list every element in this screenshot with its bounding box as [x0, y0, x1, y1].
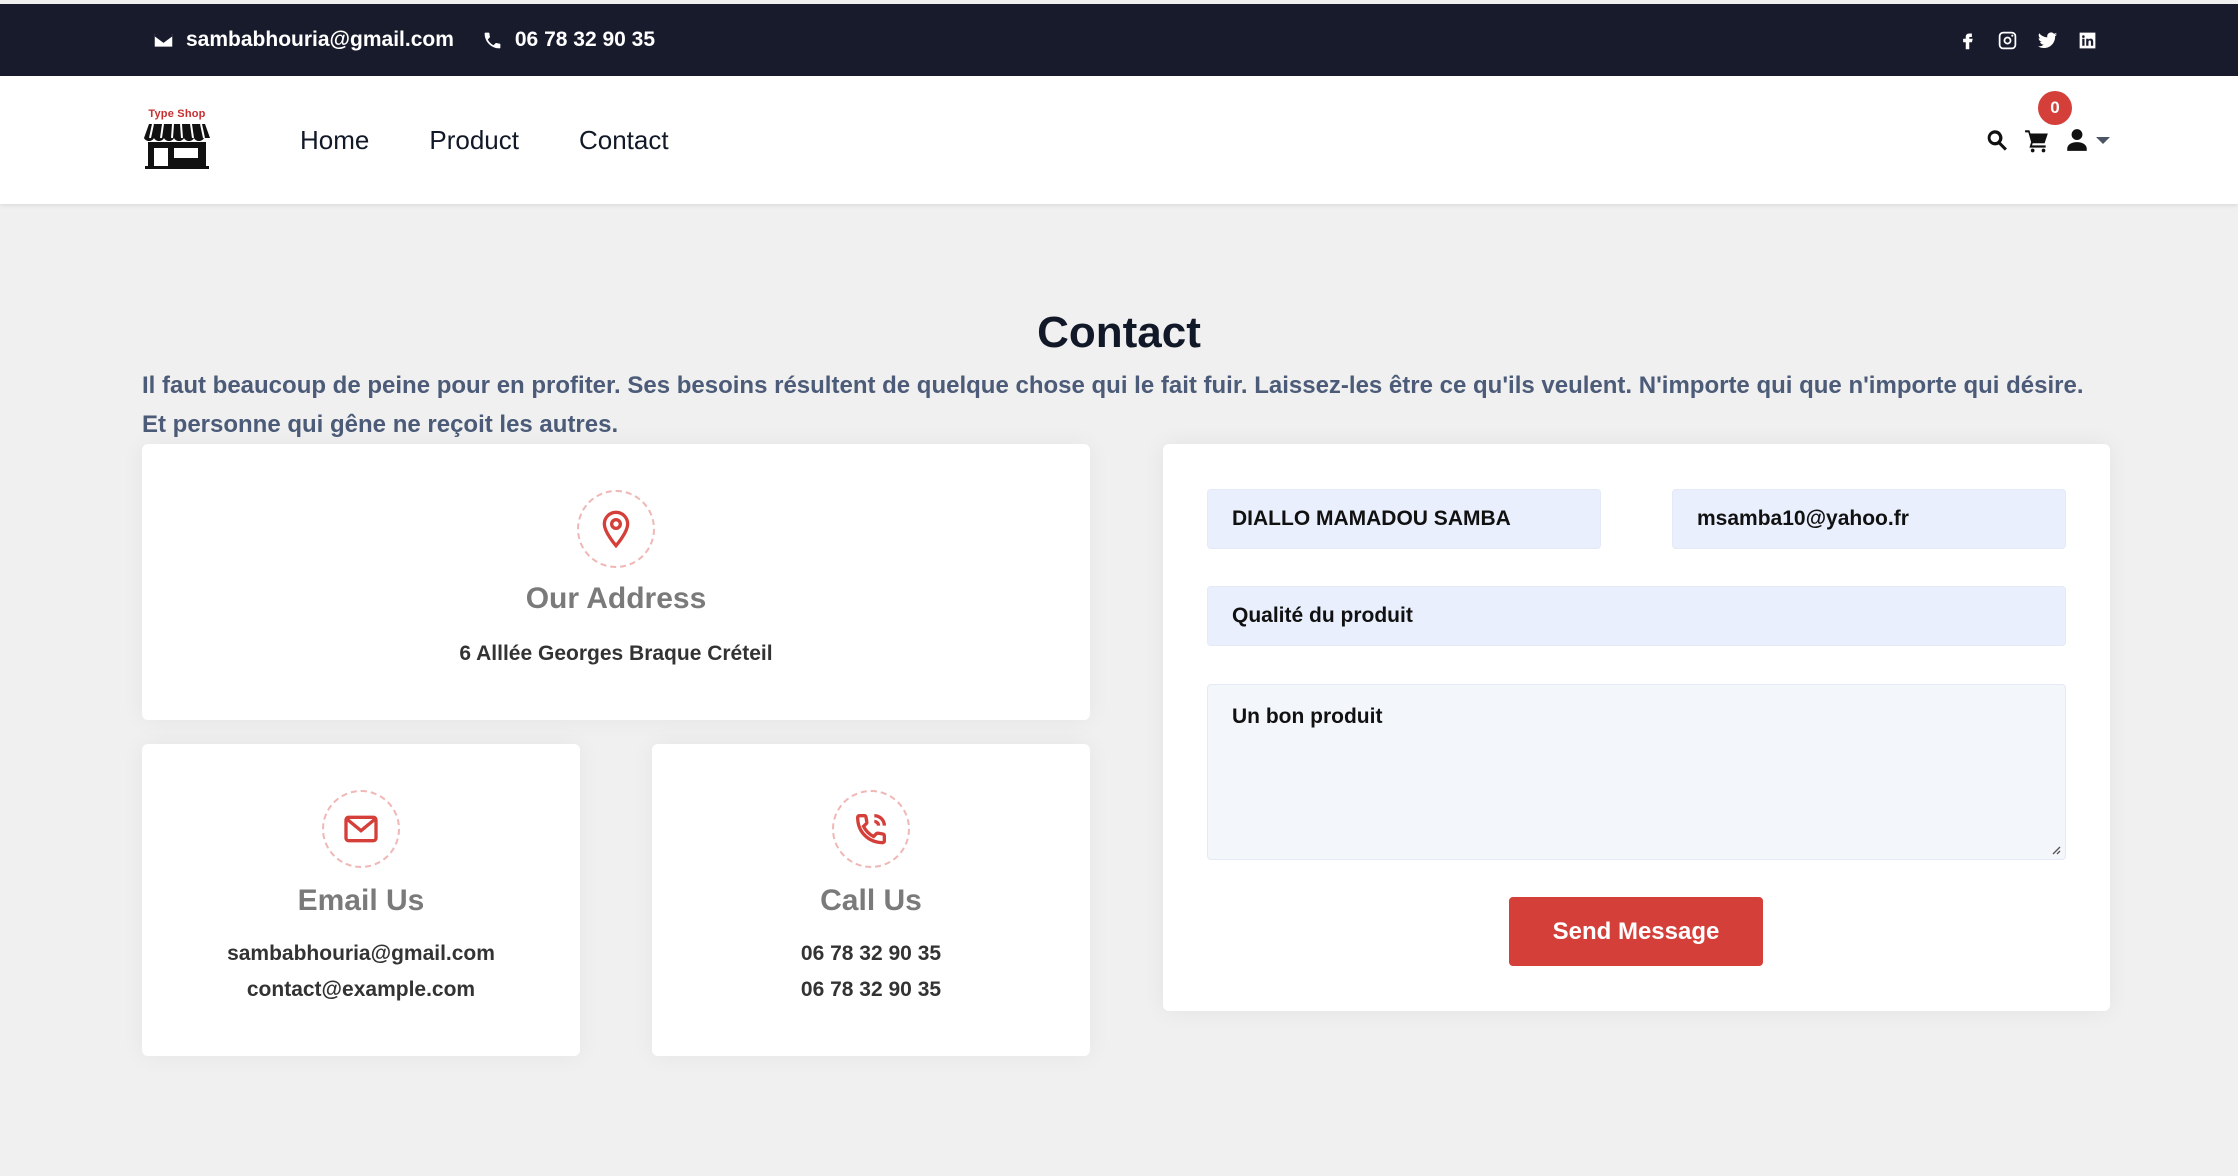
envelope-icon: [154, 33, 173, 47]
email-title: Email Us: [297, 884, 425, 917]
cart-icon: [2025, 130, 2048, 153]
user-icon: [2067, 129, 2087, 151]
user-menu[interactable]: [2064, 127, 2110, 153]
phone-call-icon: [832, 790, 910, 868]
topbar-contact-info: sambabhouria@gmail.com 06 78 32 90 35: [153, 4, 655, 76]
message-textarea[interactable]: Un bon produit: [1207, 684, 2066, 860]
facebook-icon[interactable]: [1956, 29, 1978, 51]
shop-logo[interactable]: Type Shop: [141, 108, 213, 170]
contact-form: DIALLO MAMADOU SAMBA msamba10@yahoo.fr Q…: [1163, 444, 2110, 1011]
page-title: Contact: [1037, 308, 1201, 357]
logo-text: Type Shop: [148, 108, 206, 120]
storefront-icon: [144, 123, 210, 169]
email-card: Email Us sambabhouria@gmail.com contact@…: [142, 744, 580, 1056]
contact-intro: Il faut beaucoup de peine pour en profit…: [142, 372, 2084, 438]
send-message-button[interactable]: Send Message: [1509, 897, 1763, 966]
linkedin-icon[interactable]: [2076, 29, 2098, 51]
subject-field[interactable]: Qualité du produit: [1207, 586, 2066, 646]
email-line-1[interactable]: sambabhouria@gmail.com: [142, 936, 580, 972]
nav-link-contact[interactable]: Contact: [579, 125, 669, 156]
nav-link-home[interactable]: Home: [300, 125, 369, 156]
email-field[interactable]: msamba10@yahoo.fr: [1672, 489, 2066, 549]
phone-icon: [484, 32, 501, 48]
navbar: Type Shop Home Product Contact 0: [0, 76, 2238, 204]
topbar-email-text: sambabhouria@gmail.com: [186, 28, 454, 51]
instagram-icon[interactable]: [1996, 29, 2018, 51]
cart-button[interactable]: 0: [2024, 91, 2072, 153]
resize-handle-icon[interactable]: [2049, 843, 2061, 855]
top-bar: sambabhouria@gmail.com 06 78 32 90 35: [0, 4, 2238, 76]
social-links: [1956, 4, 2098, 76]
address-title: Our Address: [525, 582, 707, 615]
message-text: Un bon produit: [1232, 705, 1383, 728]
address-line: 6 Alllée Georges Braque Créteil: [459, 642, 773, 665]
topbar-phone-text: 06 78 32 90 35: [514, 28, 656, 51]
twitter-icon[interactable]: [2036, 29, 2058, 51]
envelope-icon: [322, 790, 400, 868]
call-card: Call Us 06 78 32 90 35 06 78 32 90 35: [652, 744, 1090, 1056]
email-line-2[interactable]: contact@example.com: [142, 972, 580, 1008]
address-card: Our Address 6 Alllée Georges Braque Crét…: [142, 444, 1090, 720]
name-field[interactable]: DIALLO MAMADOU SAMBA: [1207, 489, 1601, 549]
topbar-phone[interactable]: 06 78 32 90 35: [482, 28, 655, 52]
topbar-email[interactable]: sambabhouria@gmail.com: [153, 28, 454, 52]
nav-link-product[interactable]: Product: [429, 125, 519, 156]
search-icon[interactable]: [1984, 127, 2010, 153]
call-line-2[interactable]: 06 78 32 90 35: [652, 972, 1090, 1008]
chevron-down-icon: [2096, 136, 2110, 144]
main-nav: Home Product Contact: [300, 76, 669, 204]
call-line-1[interactable]: 06 78 32 90 35: [652, 936, 1090, 972]
call-title: Call Us: [820, 884, 922, 917]
map-pin-icon: [577, 490, 655, 568]
cart-count-badge: 0: [2038, 91, 2072, 125]
nav-tools: 0: [1984, 76, 2110, 204]
